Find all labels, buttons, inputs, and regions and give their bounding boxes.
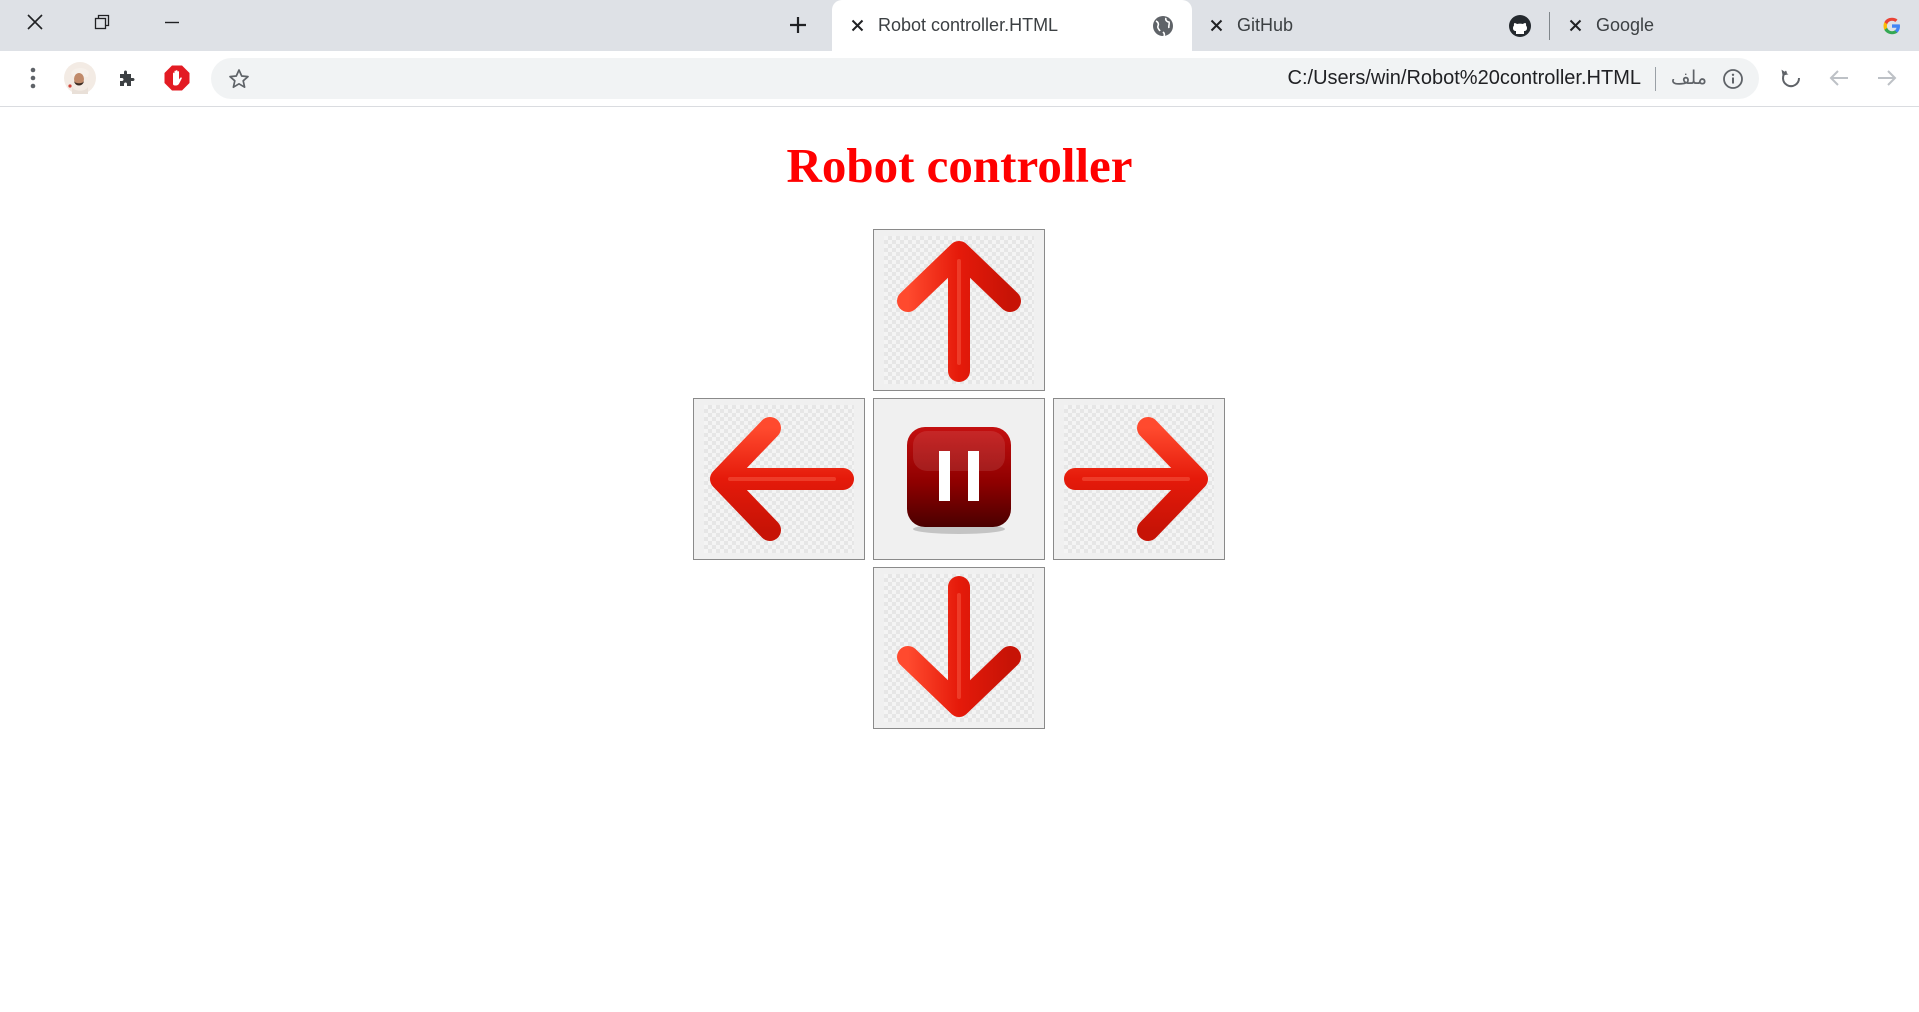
page-title: Robot controller — [786, 138, 1133, 193]
tab-robot-controller[interactable]: Robot controller.HTML — [832, 0, 1192, 51]
arrow-left-icon — [710, 417, 854, 541]
scheme-label: ملف — [1670, 68, 1707, 89]
tab-strip: Robot controller.HTML GitHub Google — [0, 0, 1919, 51]
avatar — [64, 62, 96, 94]
tab-title: Google — [1596, 15, 1655, 35]
close-icon — [851, 19, 863, 32]
puzzle-piece-icon — [120, 70, 135, 86]
google-g-icon — [1879, 13, 1905, 39]
new-tab-button[interactable] — [778, 10, 818, 40]
tab-github[interactable]: GitHub — [1193, 0, 1549, 51]
reload-button[interactable] — [1773, 60, 1809, 96]
adblock-extension-button[interactable] — [159, 60, 195, 96]
tab-separator — [1549, 12, 1550, 40]
tab-close-button[interactable] — [846, 15, 868, 37]
move-right-button[interactable] — [1053, 398, 1225, 560]
bookmark-star-button[interactable] — [223, 63, 255, 95]
minimize-icon — [165, 21, 179, 24]
info-icon — [1723, 69, 1743, 89]
restore-window-button[interactable] — [77, 8, 127, 36]
stop-hand-icon — [164, 65, 190, 91]
tab-close-button[interactable] — [1205, 15, 1227, 37]
arrow-up-icon — [897, 241, 1021, 382]
close-window-button[interactable] — [10, 8, 60, 36]
url-text[interactable]: C:/Users/win/Robot%20controller.HTML — [1288, 58, 1641, 99]
move-down-button[interactable] — [873, 567, 1045, 729]
star-icon — [229, 69, 249, 89]
omnibox-divider — [1655, 67, 1656, 91]
globe-icon — [1150, 13, 1176, 39]
kebab-menu-icon — [30, 67, 36, 89]
github-icon — [1507, 13, 1533, 39]
minimize-window-button[interactable] — [147, 8, 197, 36]
move-up-button[interactable] — [873, 229, 1045, 391]
close-icon — [1569, 19, 1581, 32]
menu-button[interactable] — [15, 60, 51, 96]
close-icon — [27, 14, 43, 30]
tab-title: GitHub — [1237, 15, 1294, 35]
arrow-right-icon — [1878, 70, 1897, 86]
arrow-left-icon — [1829, 70, 1848, 86]
reload-icon — [1781, 69, 1801, 88]
arrow-right-icon — [1064, 417, 1208, 541]
browser-toolbar: C:/Users/win/Robot%20controller.HTML ملف — [0, 51, 1919, 107]
extensions-button[interactable] — [110, 60, 146, 96]
restore-icon — [94, 14, 110, 30]
site-info-button[interactable] — [1721, 67, 1745, 91]
arrow-down-icon — [897, 576, 1021, 717]
move-left-button[interactable] — [693, 398, 865, 560]
tab-title: Robot controller.HTML — [878, 15, 1059, 35]
forward-button[interactable] — [1869, 60, 1905, 96]
pause-icon — [907, 427, 1011, 534]
plus-icon — [790, 17, 806, 33]
stop-button[interactable] — [873, 398, 1045, 560]
profile-button[interactable] — [62, 60, 98, 96]
close-icon — [1210, 19, 1222, 32]
tab-close-button[interactable] — [1564, 15, 1586, 37]
address-bar[interactable]: C:/Users/win/Robot%20controller.HTML ملف — [211, 58, 1759, 99]
tab-google[interactable]: Google — [1551, 0, 1919, 51]
back-button[interactable] — [1821, 60, 1857, 96]
